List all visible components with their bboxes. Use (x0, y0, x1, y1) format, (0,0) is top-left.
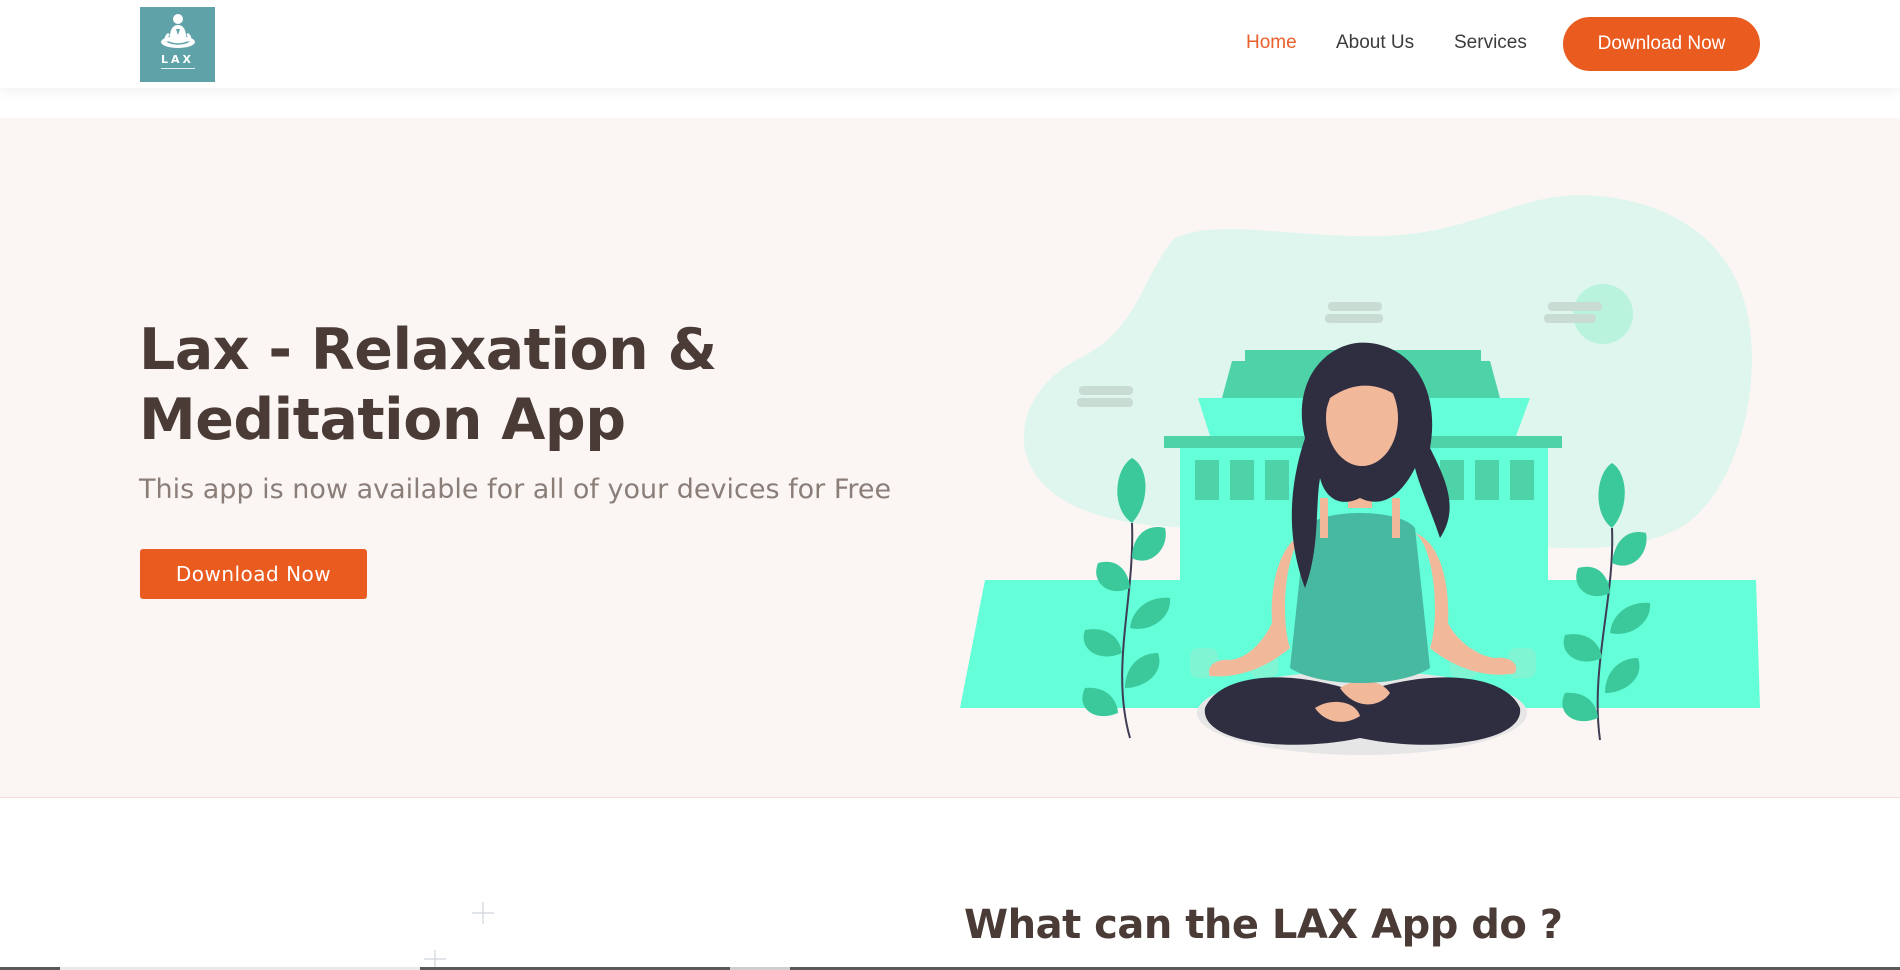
header-download-button[interactable]: Download Now (1563, 17, 1760, 71)
meditation-logo-icon (160, 14, 195, 48)
nav-services[interactable]: Services (1454, 32, 1527, 54)
lax-logo[interactable]: LAX (140, 7, 215, 82)
plus-decoration-icon (472, 902, 494, 924)
features-section-title: What can the LAX App do ? (964, 902, 1563, 948)
site-header: LAX Home About Us Services Download Now (0, 0, 1900, 88)
hero-title: Lax - Relaxation & Meditation App (139, 317, 717, 453)
meditation-illustration (960, 195, 1760, 755)
logo-text: LAX (160, 53, 194, 66)
nav-about-us[interactable]: About Us (1336, 32, 1414, 54)
hero-subtitle: This app is now available for all of you… (139, 474, 892, 505)
nav-home[interactable]: Home (1246, 32, 1297, 54)
logo-divider (160, 68, 195, 69)
hero-download-button[interactable]: Download Now (140, 549, 367, 599)
hero-section: Lax - Relaxation & Meditation App This a… (0, 118, 1900, 798)
